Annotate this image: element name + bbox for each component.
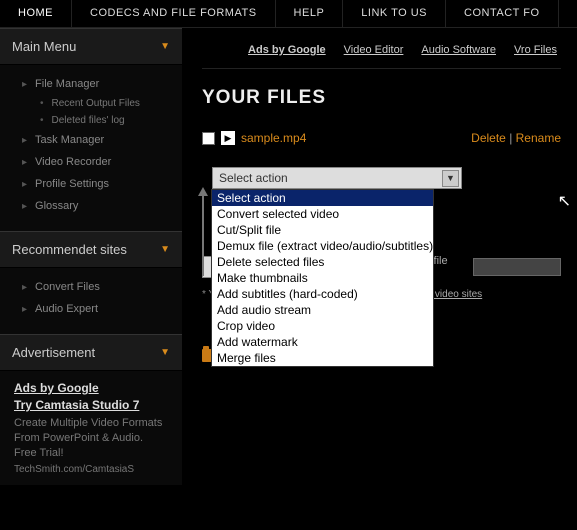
option-audio-stream[interactable]: Add audio stream [212, 302, 433, 318]
cursor-icon: ↖ [558, 191, 571, 211]
nav-contact[interactable]: CONTACT FO [446, 0, 558, 27]
file-row: ▶ sample.mp4 Delete | Rename [202, 131, 561, 145]
recommendet-body: Convert Files Audio Expert [0, 268, 182, 334]
option-crop[interactable]: Crop video [212, 318, 433, 334]
main-content: Ads by Google Video Editor Audio Softwar… [182, 28, 577, 485]
advertisement-title: Advertisement [12, 345, 95, 360]
option-subtitles[interactable]: Add subtitles (hard-coded) [212, 286, 433, 302]
main-menu-body: File Manager Recent Output Files Deleted… [0, 65, 182, 231]
main-menu-header[interactable]: Main Menu ▼ [0, 28, 182, 65]
nav-help[interactable]: HELP [276, 0, 344, 27]
ads-by-google-link[interactable]: Ads by Google [248, 44, 326, 56]
sidebar-item-video-recorder[interactable]: Video Recorder [0, 151, 182, 173]
advertisement-header[interactable]: Advertisement ▼ [0, 334, 182, 371]
file-name[interactable]: sample.mp4 [241, 131, 306, 145]
caret-down-icon: ▼ [160, 347, 170, 358]
sidebar-item-audio-expert[interactable]: Audio Expert [0, 298, 182, 320]
option-select-action[interactable]: Select action [212, 190, 433, 206]
rename-link[interactable]: Rename [516, 131, 561, 145]
action-dropdown: Select action Convert selected video Cut… [211, 189, 434, 367]
page-title: YOUR FILES [202, 87, 561, 109]
ads-link-audio-software[interactable]: Audio Software [421, 44, 496, 56]
arrow-up-icon [198, 187, 206, 277]
ads-row: Ads by Google Video Editor Audio Softwar… [202, 38, 561, 69]
action-select[interactable]: Select action ▼ [212, 167, 462, 189]
recommendet-title: Recommendet sites [12, 242, 127, 257]
sidebar: Main Menu ▼ File Manager Recent Output F… [0, 28, 182, 485]
option-merge[interactable]: Merge files [212, 350, 433, 366]
ad-url[interactable]: TechSmith.com/CamtasiaS [14, 464, 134, 475]
chevron-down-icon[interactable]: ▼ [442, 170, 459, 187]
ads-link-vro-files[interactable]: Vro Files [514, 44, 557, 56]
sidebar-item-file-manager[interactable]: File Manager [0, 73, 182, 95]
sidebar-item-glossary[interactable]: Glossary [0, 195, 182, 217]
option-convert[interactable]: Convert selected video [212, 206, 433, 222]
option-delete[interactable]: Delete selected files [212, 254, 433, 270]
ad-headline[interactable]: Try Camtasia Studio 7 [14, 398, 168, 412]
caret-down-icon: ▼ [160, 244, 170, 255]
sidebar-item-profile-settings[interactable]: Profile Settings [0, 173, 182, 195]
action-area: Select action ▼ Select action Convert se… [212, 167, 561, 189]
rename-input[interactable] [473, 258, 561, 276]
main-menu-title: Main Menu [12, 39, 76, 54]
option-thumbnails[interactable]: Make thumbnails [212, 270, 433, 286]
ad-body: Create Multiple Video Formats From Power… [14, 416, 168, 461]
sidebar-subitem-recent-output[interactable]: Recent Output Files [0, 95, 182, 112]
file-checkbox[interactable] [202, 132, 215, 145]
nav-home[interactable]: HOME [0, 0, 72, 27]
sidebar-subitem-deleted-log[interactable]: Deleted files' log [0, 112, 182, 129]
sidebar-item-task-manager[interactable]: Task Manager [0, 129, 182, 151]
nav-link-to-us[interactable]: LINK TO US [343, 0, 446, 27]
nav-codecs[interactable]: CODECS AND FILE FORMATS [72, 0, 276, 27]
play-icon[interactable]: ▶ [221, 131, 235, 145]
ads-by-google-label: Ads by Google [14, 381, 168, 395]
select-value: Select action [219, 171, 288, 185]
option-watermark[interactable]: Add watermark [212, 334, 433, 350]
ad-block: Ads by Google Try Camtasia Studio 7 Crea… [0, 371, 182, 485]
option-cut-split[interactable]: Cut/Split file [212, 222, 433, 238]
recommendet-header[interactable]: Recommendet sites ▼ [0, 231, 182, 268]
delete-link[interactable]: Delete [471, 131, 506, 145]
option-demux[interactable]: Demux file (extract video/audio/subtitle… [212, 238, 433, 254]
caret-down-icon: ▼ [160, 41, 170, 52]
top-nav: HOME CODECS AND FILE FORMATS HELP LINK T… [0, 0, 577, 28]
sidebar-item-convert-files[interactable]: Convert Files [0, 276, 182, 298]
ads-link-video-editor[interactable]: Video Editor [344, 44, 404, 56]
